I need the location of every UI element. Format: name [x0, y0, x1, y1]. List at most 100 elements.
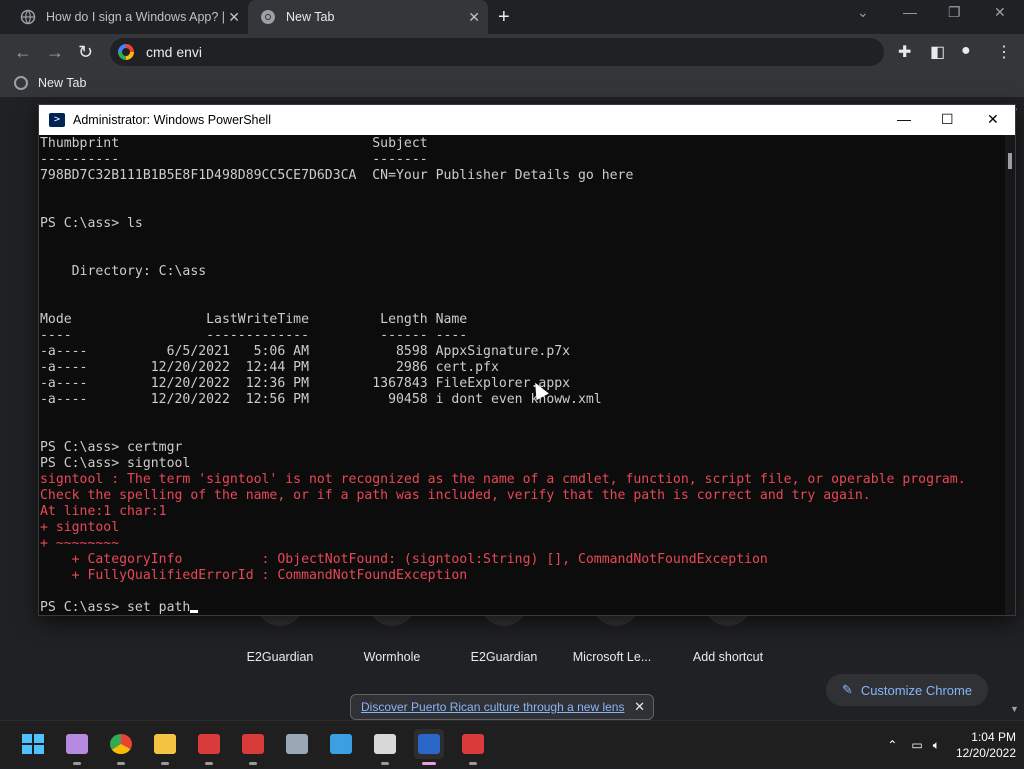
close-window-icon[interactable]: ✕	[987, 111, 999, 128]
minimize-icon[interactable]: —	[897, 111, 911, 127]
chevron-up-icon[interactable]: ⌃	[887, 738, 897, 752]
blue-app[interactable]	[326, 729, 356, 759]
volume-icon[interactable]: 🔈︎	[933, 738, 940, 753]
chrome-icon	[261, 10, 275, 24]
clock[interactable]: 1:04 PM 12/20/2022	[956, 729, 1016, 761]
system-tray: ⌃ ▭ 🔈︎ 1:04 PM 12/20/2022	[887, 721, 1016, 769]
new-tab-plus-icon[interactable]: +	[498, 6, 510, 29]
console-line: PS C:\ass> ls	[40, 216, 143, 231]
reload-icon[interactable]: ↻	[78, 42, 93, 63]
running-indicator	[381, 762, 389, 765]
console-prompt-text: PS C:\ass> set path	[40, 600, 191, 615]
console-prompt-line[interactable]: PS C:\ass> set path	[39, 600, 1005, 615]
close-icon[interactable]: ✕	[468, 9, 480, 26]
console-line: -a---- 12/20/2022 12:36 PM 1367843 FileE…	[40, 376, 571, 391]
toolbox-app-3-icon	[462, 734, 484, 754]
google-icon	[118, 44, 134, 60]
text-cursor	[190, 610, 199, 613]
shortcut-microsoft-learn[interactable]: Microsoft Le...	[556, 650, 668, 664]
console-error-line: signtool : The term 'signtool' is not re…	[40, 472, 966, 487]
running-indicator	[205, 762, 213, 765]
chrome-app[interactable]	[106, 729, 136, 765]
tab-new-tab[interactable]: New Tab ✕	[248, 0, 488, 34]
console-line: ---- ------------- ------ ----	[40, 328, 468, 343]
toolbox-app-3[interactable]	[458, 729, 488, 765]
settings-icon	[286, 734, 308, 754]
console-line: Directory: C:\ass	[40, 264, 207, 279]
close-icon[interactable]: ✕	[634, 699, 645, 715]
certmgr-icon	[374, 734, 396, 754]
tab-search-chevron-icon[interactable]: ⌄	[857, 4, 869, 21]
address-bar[interactable]: cmd envi	[110, 38, 884, 66]
running-indicator	[161, 762, 169, 765]
powershell-title-bar[interactable]: > Administrator: Windows PowerShell — ☐ …	[39, 105, 1015, 135]
scrollbar-thumb[interactable]	[1008, 153, 1012, 169]
minimize-icon[interactable]: —	[903, 4, 917, 20]
profile-avatar-icon[interactable]: ●	[961, 42, 971, 60]
console-line: ---------- -------	[40, 152, 428, 167]
console-scrollbar[interactable]	[1005, 135, 1015, 615]
running-indicator	[117, 762, 125, 765]
notes-app[interactable]	[62, 729, 92, 765]
console-error-line: + ~~~~~~~~	[40, 536, 120, 551]
windows-taskbar: ⌃ ▭ 🔈︎ 1:04 PM 12/20/2022	[0, 720, 1024, 768]
pencil-icon: ✎	[841, 682, 853, 697]
start-button[interactable]	[18, 729, 48, 759]
browser-tab-strip: How do I sign a Windows App? | ✕ New Tab…	[0, 0, 1024, 34]
side-panel-icon[interactable]: ◧	[930, 42, 945, 62]
toolbox-app-2[interactable]	[238, 729, 268, 765]
console-line: -a---- 6/5/2021 5:06 AM 8598 AppxSignatu…	[40, 344, 571, 359]
customize-chrome-button[interactable]: ✎ Customize Chrome	[826, 674, 988, 706]
close-window-icon[interactable]: ✕	[994, 4, 1006, 21]
restore-icon[interactable]: ❐	[948, 4, 961, 21]
menu-kebab-icon[interactable]: ⋮	[996, 42, 1012, 62]
network-icon[interactable]: ▭	[911, 738, 922, 752]
console-output[interactable]: Thumbprint Subject ---------- ------- 798B…	[39, 135, 1005, 615]
file-explorer-icon	[154, 734, 176, 754]
console-error-line: + signtool	[40, 520, 120, 535]
notes-icon	[66, 734, 88, 754]
close-icon[interactable]: ✕	[228, 9, 240, 26]
tab-title: New Tab	[286, 10, 335, 24]
toolbox-icon	[198, 734, 220, 754]
console-line: -a---- 12/20/2022 12:44 PM 2986 cert.pfx	[40, 360, 499, 375]
certmgr-app[interactable]	[370, 729, 400, 765]
back-arrow-icon[interactable]: ←	[14, 42, 32, 63]
console-error-line: + CategoryInfo : ObjectNotFound: (signto…	[40, 552, 768, 567]
console-line: 798BD7C32B111B1B5E8F1D498D89CC5CE7D6D3CA…	[40, 168, 634, 183]
globe-icon	[14, 76, 28, 90]
bookmark-new-tab[interactable]: New Tab	[14, 76, 86, 90]
maximize-icon[interactable]: ☐	[941, 111, 954, 128]
shortcut-e2guardian[interactable]: E2Guardian	[224, 650, 336, 664]
powershell-app[interactable]	[414, 729, 444, 765]
start-icon	[22, 734, 44, 754]
file-explorer-app[interactable]	[150, 729, 180, 765]
window-title: Administrator: Windows PowerShell	[73, 113, 271, 127]
settings-app[interactable]	[282, 729, 312, 759]
tab-sign-windows-app[interactable]: How do I sign a Windows App? | ✕	[8, 0, 248, 34]
toolbox-app-2-icon	[242, 734, 264, 754]
forward-arrow-icon[interactable]: →	[46, 42, 64, 63]
tab-title: How do I sign a Windows App? |	[46, 10, 226, 24]
extensions-puzzle-icon[interactable]: ✚	[898, 42, 911, 62]
scroll-down-arrow-icon[interactable]: ▼	[1010, 704, 1019, 714]
blue-icon	[330, 734, 352, 754]
console-line: -a---- 12/20/2022 12:56 PM 90458 i dont …	[40, 392, 602, 407]
running-indicator	[73, 762, 81, 765]
toolbox-app[interactable]	[194, 729, 224, 765]
shortcut-e2guardian-2[interactable]: E2Guardian	[448, 650, 560, 664]
console-error-line: At line:1 char:1	[40, 504, 167, 519]
add-shortcut[interactable]: Add shortcut	[672, 650, 784, 664]
shortcut-wormhole[interactable]: Wormhole	[336, 650, 448, 664]
powershell-icon: >	[49, 113, 65, 127]
browser-toolbar: ← → ↻ cmd envi ✚ ◧ ● ⋮	[0, 34, 1024, 70]
discover-link[interactable]: Discover Puerto Rican culture through a …	[361, 700, 624, 714]
